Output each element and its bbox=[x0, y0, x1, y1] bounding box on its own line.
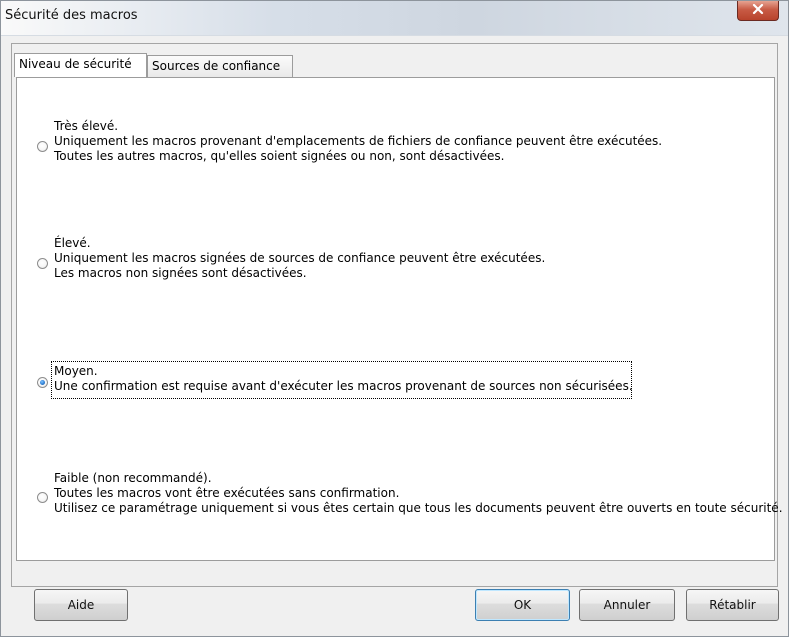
help-button[interactable]: Aide bbox=[34, 589, 128, 621]
option-low: Faible (non recommandé). Toutes les macr… bbox=[54, 471, 783, 516]
radio-medium[interactable] bbox=[37, 377, 48, 388]
close-button[interactable] bbox=[737, 1, 779, 21]
option-high-line-2: Les macros non signées sont désactivées. bbox=[54, 266, 307, 280]
radio-high[interactable] bbox=[37, 258, 48, 269]
ok-button[interactable]: OK bbox=[475, 589, 570, 621]
option-very-high: Très élevé. Uniquement les macros proven… bbox=[54, 119, 662, 164]
option-very-high-line-2: Toutes les autres macros, qu'elles soien… bbox=[54, 149, 505, 163]
close-icon bbox=[752, 3, 764, 15]
option-high-title: Élevé. bbox=[54, 236, 91, 250]
option-low-line-2: Utilisez ce paramétrage uniquement si vo… bbox=[54, 501, 783, 515]
option-low-title: Faible (non recommandé). bbox=[54, 471, 212, 485]
radio-low[interactable] bbox=[37, 492, 48, 503]
macro-security-dialog: Sécurité des macros Niveau de sécurité S… bbox=[0, 0, 789, 637]
reset-button[interactable]: Rétablir bbox=[686, 589, 779, 621]
option-very-high-line-1: Uniquement les macros provenant d'emplac… bbox=[54, 134, 663, 148]
option-medium-line-1: Une confirmation est requise avant d'exé… bbox=[54, 379, 633, 393]
option-high: Élevé. Uniquement les macros signées de … bbox=[54, 236, 545, 281]
option-very-high-title: Très élevé. bbox=[54, 119, 119, 133]
title-bar: Sécurité des macros bbox=[1, 1, 788, 36]
window-title: Sécurité des macros bbox=[5, 8, 138, 23]
option-high-line-1: Uniquement les macros signées de sources… bbox=[54, 251, 546, 265]
option-medium: Moyen. Une confirmation est requise avan… bbox=[54, 364, 633, 394]
tab-security-level[interactable]: Niveau de sécurité bbox=[14, 53, 147, 77]
tab-trusted-sources[interactable]: Sources de confiance bbox=[147, 55, 293, 77]
option-medium-title: Moyen. bbox=[54, 364, 98, 378]
radio-very-high[interactable] bbox=[37, 141, 48, 152]
cancel-button[interactable]: Annuler bbox=[579, 589, 675, 621]
option-low-line-1: Toutes les macros vont être exécutées sa… bbox=[54, 486, 400, 500]
